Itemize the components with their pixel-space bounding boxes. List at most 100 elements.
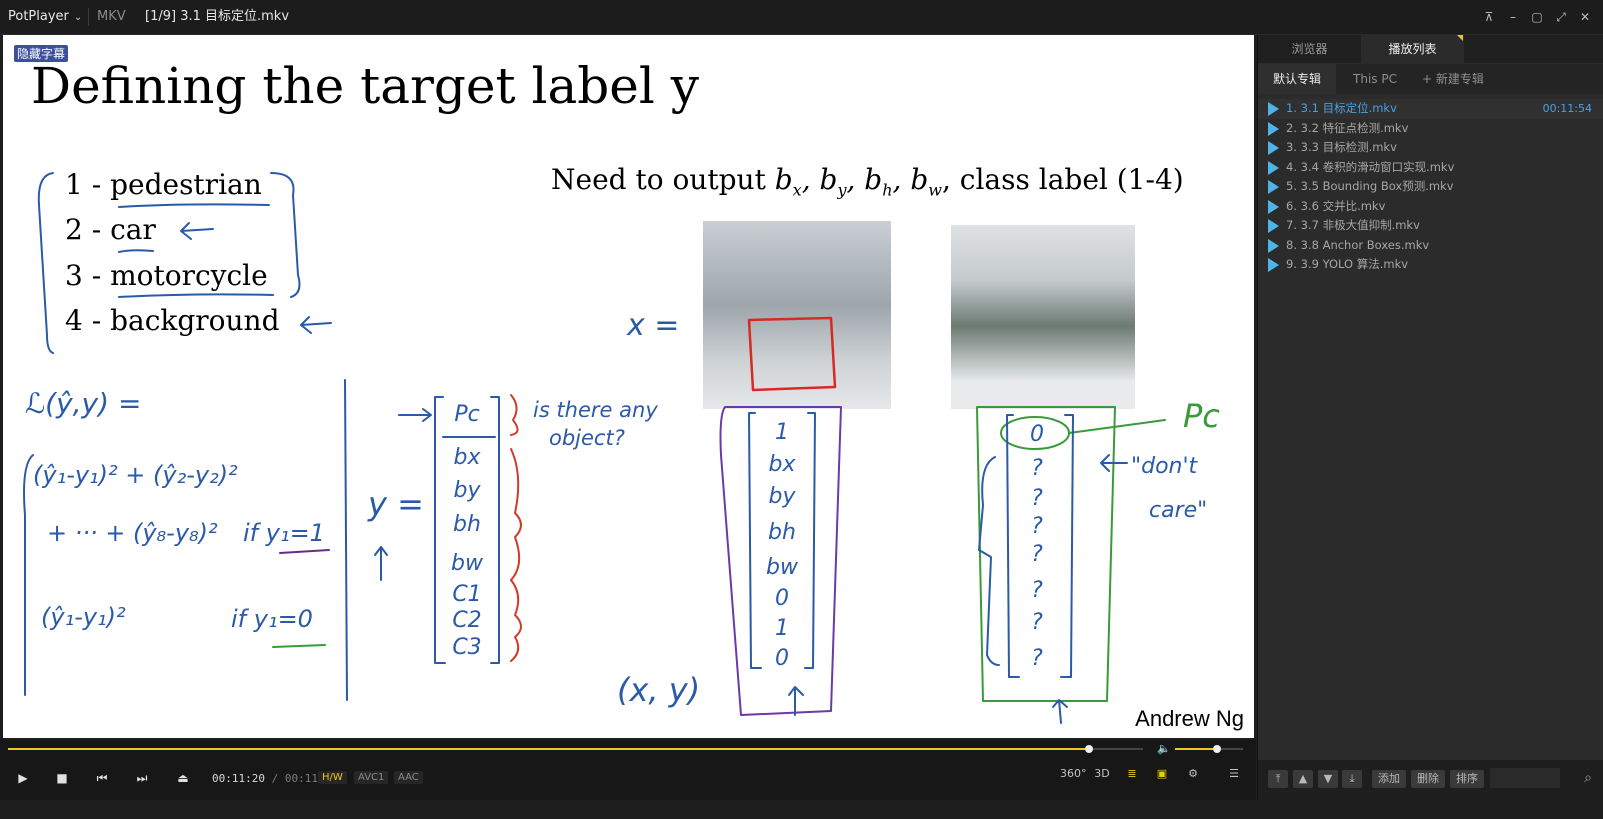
playlist-item[interactable]: 1. 3.1 目标定位.mkv 00:11:54 (1258, 99, 1603, 119)
chevron-down-icon: ⌄ (73, 12, 83, 23)
car-vec-value: 1 (775, 616, 789, 641)
tab-playlist[interactable]: 播放列表 (1361, 35, 1464, 63)
playlist-item[interactable]: 4. 3.4 卷积的滑动窗口实现.mkv (1258, 158, 1603, 178)
play-triangle-icon (1268, 102, 1279, 116)
playlist-item-title: 2. 3.2 特征点检测.mkv (1286, 120, 1409, 135)
volume-handle[interactable] (1213, 745, 1222, 753)
volume-slider[interactable] (1175, 745, 1243, 753)
if-y0-text: if y₁=0 (231, 605, 313, 633)
settings-gear-icon[interactable]: ⚙ (1181, 767, 1205, 780)
app-name: PotPlayer (8, 9, 69, 24)
playlist-item[interactable]: 3. 3.3 目标检测.mkv (1258, 138, 1603, 158)
next-icon[interactable]: ⏭ (129, 765, 155, 791)
car-vec-value: bh (768, 520, 796, 545)
playlist-item[interactable]: 8. 3.8 Anchor Boxes.mkv (1258, 236, 1603, 256)
fullscreen-icon[interactable]: ⤢ (1549, 0, 1573, 34)
playlist-item-title: 8. 3.8 Anchor Boxes.mkv (1286, 237, 1430, 252)
x-eq-text: x = (626, 308, 679, 343)
speaker-icon[interactable]: 🔈 (1157, 742, 1171, 755)
pin-icon[interactable]: ⊼ (1477, 0, 1501, 34)
seek-handle[interactable] (1084, 745, 1093, 753)
car-vec-value: 0 (775, 646, 789, 671)
control-bar: 🔈 ▶ ■ ⏮ ⏭ ⏏ 00:11:20 / 00:11:54 H/W AVC1… (0, 740, 1256, 800)
video-frame[interactable]: 隐藏字幕 Defining the target label y 1 - ped… (3, 35, 1254, 738)
close-icon[interactable]: ✕ (1573, 0, 1597, 34)
minimize-icon[interactable]: – (1501, 0, 1525, 34)
bg-vec-value: ? (1031, 542, 1043, 567)
car-vec-value: bx (769, 452, 797, 477)
move-top-icon[interactable]: ⤒ (1268, 770, 1288, 788)
playlist-item-title: 5. 3.5 Bounding Box预测.mkv (1286, 179, 1454, 193)
playlist-item-title: 7. 3.7 非极大值抑制.mkv (1286, 218, 1420, 232)
playlist-footer: ⤒ ▲ ▼ ⤓ 添加 删除 排序 ⌕ (1258, 760, 1603, 800)
play-icon[interactable]: ▶ (10, 765, 36, 791)
bg-vec-value: ? (1031, 486, 1043, 511)
car-vec-value: by (769, 484, 797, 509)
loss-sq2-text: + ··· + (ŷ₈-y₈)² (47, 519, 218, 547)
playlist-item-title: 6. 3.6 交并比.mkv (1286, 198, 1386, 213)
playlist-panel: 浏览器 播放列表 默认专辑 This PC + 新建专辑 1. 3.1 目标定位… (1257, 35, 1603, 800)
y-vec-label: C3 (452, 635, 481, 660)
add-button[interactable]: 添加 (1372, 770, 1406, 788)
play-triangle-icon (1268, 199, 1279, 214)
xy-text: (x, y) (617, 671, 700, 709)
volume-level (1175, 748, 1218, 750)
new-album-button[interactable]: + 新建专辑 (1414, 64, 1532, 94)
audio-codec-badge[interactable]: AAC (394, 771, 423, 784)
play-triangle-icon (1268, 238, 1279, 253)
vr-360-icon[interactable]: 360° (1060, 767, 1087, 780)
dont-text: "don't (1131, 454, 1199, 479)
playlist-item[interactable]: 5. 3.5 Bounding Box预测.mkv (1258, 177, 1603, 197)
window-title: [1/9] 3.1 目标定位.mkv (145, 9, 290, 24)
playlist: 1. 3.1 目标定位.mkv 00:11:54 2. 3.2 特征点检测.mkv… (1258, 99, 1603, 275)
y-vec-label: by (454, 478, 482, 503)
seek-bar[interactable] (8, 745, 1143, 753)
album-this-pc[interactable]: This PC (1336, 64, 1414, 94)
bg-vec-value: ? (1031, 456, 1043, 481)
pc-note-text: Pc (1183, 397, 1220, 435)
subtitle-search-icon[interactable]: ≣ (1120, 767, 1144, 780)
author-credit: Andrew Ng (1135, 706, 1244, 731)
app-menu-button[interactable]: PotPlayer ⌄ (8, 0, 82, 34)
album-default[interactable]: 默认专辑 (1258, 64, 1336, 94)
playlist-item[interactable]: 6. 3.6 交并比.mkv (1258, 197, 1603, 217)
playlist-item[interactable]: 2. 3.2 特征点检测.mkv (1258, 119, 1603, 139)
bg-vec-value: 0 (1030, 422, 1044, 447)
playlist-search-input[interactable] (1490, 768, 1560, 788)
eject-icon[interactable]: ⏏ (170, 765, 196, 791)
y-eq-text: y = (367, 485, 424, 523)
y-vec-label: Pc (454, 402, 479, 427)
maximize-icon[interactable]: ▢ (1525, 0, 1549, 34)
move-bottom-icon[interactable]: ⤓ (1342, 770, 1362, 788)
playlist-toggle-icon[interactable]: ▣ (1150, 767, 1174, 780)
playlist-item-title: 1. 3.1 目标定位.mkv (1286, 101, 1397, 115)
search-icon[interactable]: ⌕ (1584, 770, 1592, 786)
move-up-icon[interactable]: ▲ (1293, 770, 1313, 788)
delete-button[interactable]: 删除 (1411, 770, 1445, 788)
previous-icon[interactable]: ⏮ (89, 765, 115, 791)
menu-icon[interactable]: ☰ (1222, 767, 1246, 780)
play-triangle-icon (1268, 180, 1279, 194)
bg-vec-value: ? (1031, 646, 1043, 671)
playlist-item[interactable]: 7. 3.7 非极大值抑制.mkv (1258, 216, 1603, 236)
playlist-item[interactable]: 9. 3.9 YOLO 算法.mkv (1258, 255, 1603, 275)
move-down-icon[interactable]: ▼ (1318, 770, 1338, 788)
y-vec-label: bw (451, 551, 484, 576)
time-separator: / (271, 772, 279, 785)
format-label: MKV (97, 9, 126, 24)
playlist-item-title: 4. 3.4 卷积的滑动窗口实现.mkv (1286, 159, 1455, 174)
play-triangle-icon (1268, 160, 1279, 175)
handwriting-layer: x = ℒ(ŷ,y) = (ŷ₁-y₁)² + (ŷ₂-y₂)² + ··· +… (23, 172, 1220, 724)
album-tabs: 默认专辑 This PC + 新建专辑 (1258, 64, 1603, 94)
video-codec-badge[interactable]: AVC1 (354, 771, 389, 784)
hw-decoder-badge[interactable]: H/W (318, 771, 347, 784)
tab-browser[interactable]: 浏览器 (1258, 35, 1361, 63)
stop-icon[interactable]: ■ (49, 765, 75, 791)
if-y1-text: if y₁=1 (243, 519, 325, 547)
playlist-item-duration: 00:11:54 (1542, 102, 1592, 115)
bg-vec-value: ? (1031, 578, 1043, 603)
y-vec-label: bh (453, 512, 481, 537)
3d-icon[interactable]: 3D (1090, 767, 1114, 780)
sort-button[interactable]: 排序 (1450, 770, 1484, 788)
play-triangle-icon (1268, 219, 1279, 233)
